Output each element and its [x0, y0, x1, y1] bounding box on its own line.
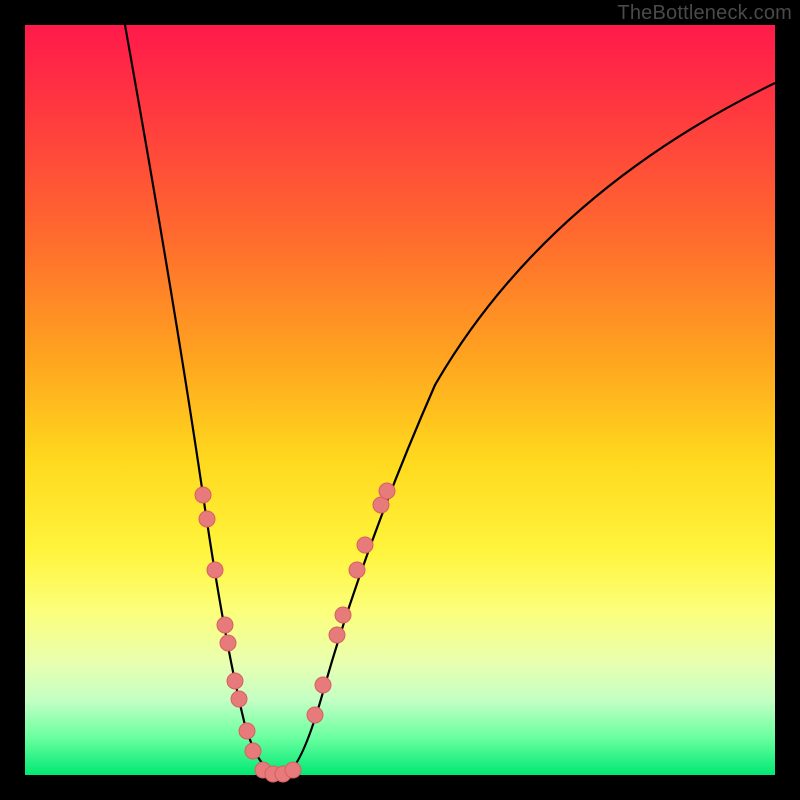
dot — [239, 723, 255, 739]
plot-area — [25, 25, 775, 775]
bottleneck-curve — [125, 25, 775, 773]
dot — [285, 762, 301, 778]
dot — [227, 673, 243, 689]
dot — [199, 511, 215, 527]
left-branch-dots — [195, 487, 301, 782]
dot — [307, 707, 323, 723]
curve-layer — [25, 25, 775, 775]
dot — [335, 607, 351, 623]
dot — [195, 487, 211, 503]
chart-frame: TheBottleneck.com — [0, 0, 800, 800]
dot — [245, 743, 261, 759]
dot — [379, 483, 395, 499]
dot — [231, 691, 247, 707]
dot — [357, 537, 373, 553]
dot — [349, 562, 365, 578]
dot — [207, 562, 223, 578]
dot — [315, 677, 331, 693]
watermark-text: TheBottleneck.com — [617, 2, 792, 25]
dot — [217, 617, 233, 633]
dot — [220, 635, 236, 651]
dot — [329, 627, 345, 643]
